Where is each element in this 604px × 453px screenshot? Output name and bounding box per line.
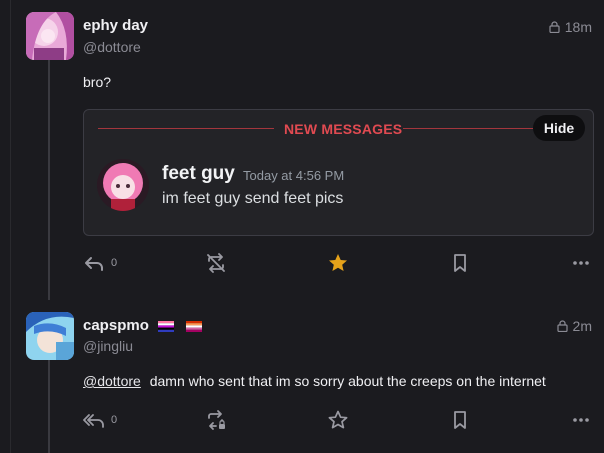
reply-all-icon [83, 414, 104, 428]
post-2: capspmo @jingliu 2m @dottore damn who se… [0, 300, 604, 453]
avatar[interactable] [26, 12, 74, 60]
repost-button [205, 251, 227, 275]
reply-button[interactable]: 0 [83, 251, 117, 275]
discord-timestamp: Today at 4:56 PM [243, 168, 345, 183]
genderfluid-flag-icon [158, 320, 175, 332]
display-name[interactable]: ephy day [83, 17, 148, 34]
reply-all-button[interactable]: 0 [83, 408, 117, 432]
handle[interactable]: @jingliu [83, 338, 133, 354]
more-icon [573, 418, 589, 422]
star-icon [329, 254, 347, 271]
divider-line [403, 128, 533, 129]
repost-disabled-icon [207, 253, 225, 273]
post-time[interactable]: 18m [565, 19, 592, 35]
lock-icon [556, 320, 568, 332]
display-name[interactable]: capspmo [83, 317, 203, 334]
lesbian-flag-icon [186, 320, 203, 332]
bookmark-button[interactable] [449, 251, 471, 275]
favorite-button[interactable] [327, 251, 349, 275]
post-1: ephy day @dottore 18m bro? NEW MESSAGES … [0, 0, 604, 300]
more-icon [573, 261, 589, 265]
post-text-content: damn who sent that im so sorry about the… [149, 373, 546, 389]
hide-button[interactable]: Hide [533, 115, 585, 141]
favorite-button[interactable] [327, 408, 349, 432]
discord-message: im feet guy send feet pics [162, 190, 344, 207]
post-actions: 0 [83, 251, 593, 275]
more-button[interactable] [570, 408, 592, 432]
bookmark-icon [454, 411, 466, 429]
discord-author: feet guy [162, 163, 235, 184]
new-messages-label: NEW MESSAGES [284, 121, 403, 137]
bookmark-icon [454, 254, 466, 272]
lock-icon [549, 21, 560, 33]
post-actions: 0 [83, 408, 593, 432]
avatar [97, 159, 149, 211]
reply-count: 0 [111, 257, 118, 269]
post-text: bro? [83, 74, 112, 90]
reply-icon [85, 257, 103, 271]
mention-link[interactable]: @dottore [83, 373, 141, 389]
repost-locked-icon [208, 410, 225, 430]
post-meta: 18m [549, 19, 592, 35]
handle[interactable]: @dottore [83, 39, 141, 55]
reply-count: 0 [111, 414, 118, 426]
star-icon [328, 410, 348, 429]
post-time[interactable]: 2m [573, 318, 592, 334]
avatar[interactable] [26, 312, 74, 360]
post-meta: 2m [556, 318, 592, 334]
embedded-screenshot: NEW MESSAGES Hide feet guy Today at 4:56… [83, 109, 594, 236]
bookmark-button[interactable] [449, 408, 471, 432]
post-text: @dottore damn who sent that im so sorry … [83, 373, 546, 389]
more-button[interactable] [570, 251, 592, 275]
display-name-text[interactable]: capspmo [83, 317, 149, 334]
repost-button[interactable] [205, 408, 227, 432]
divider-line [98, 128, 274, 129]
